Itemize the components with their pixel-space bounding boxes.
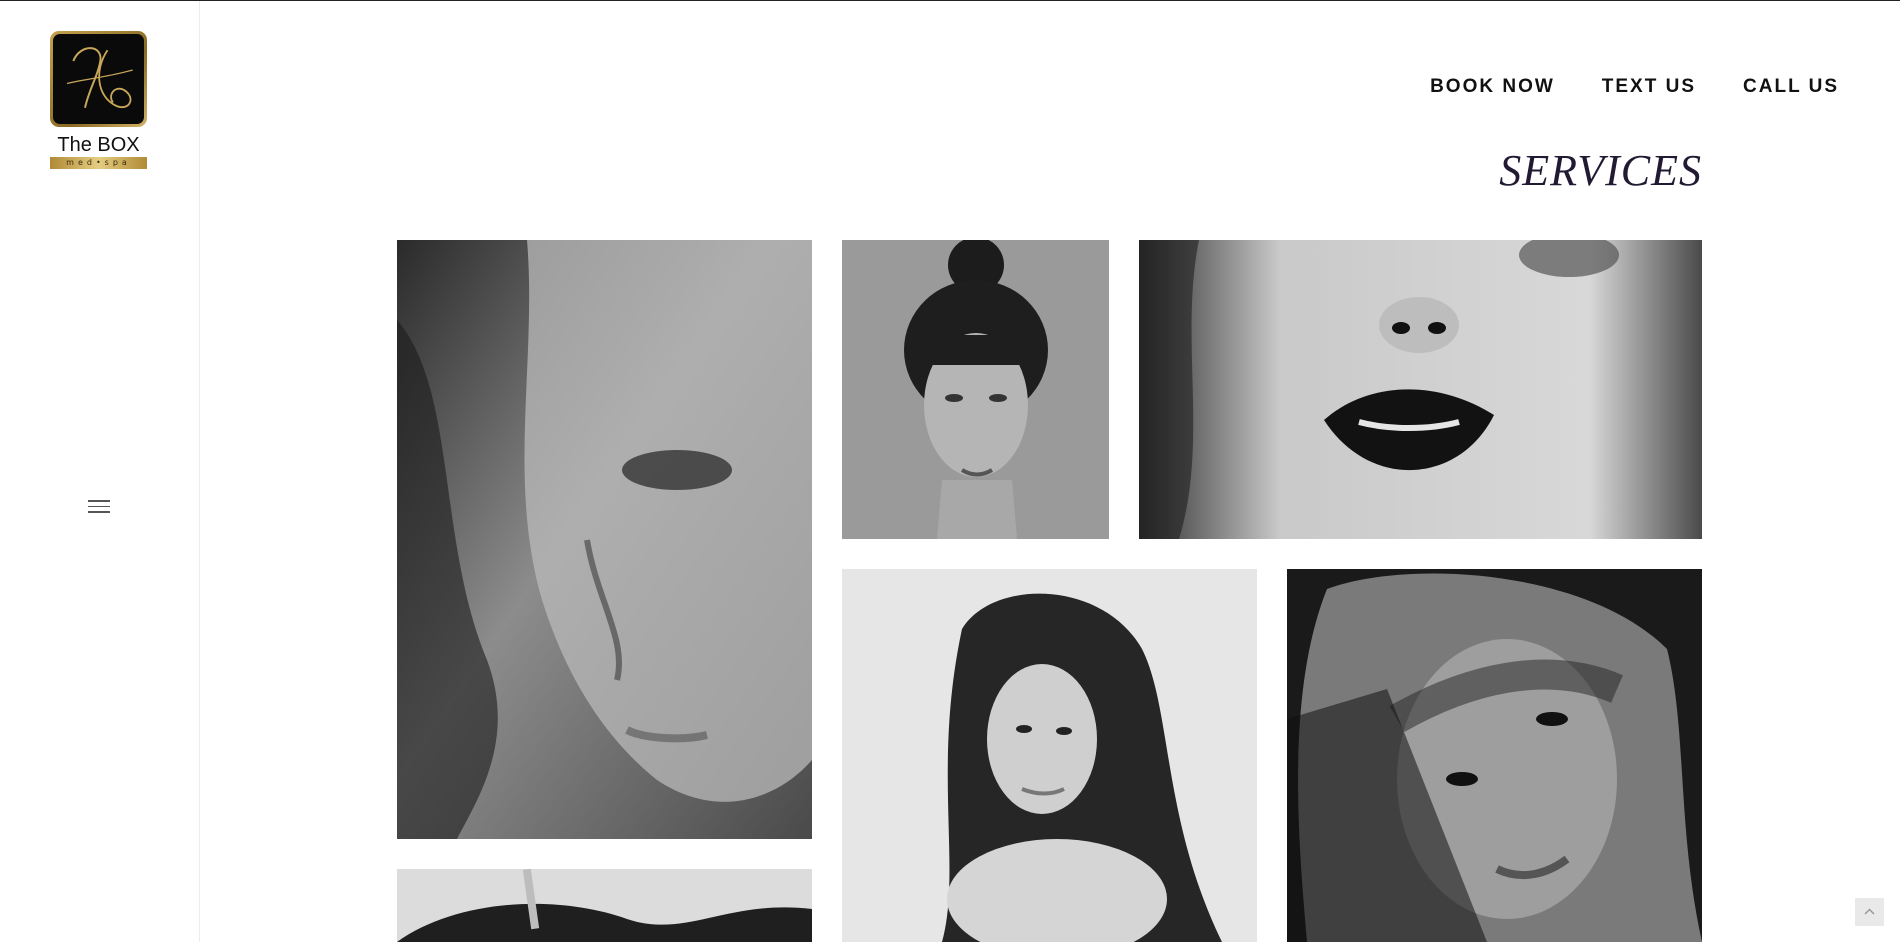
chevron-up-icon (1864, 908, 1875, 915)
brand-name: The BOX (57, 134, 140, 156)
portrait-photo-icon (1139, 240, 1702, 539)
gallery-tile-lips[interactable] (1139, 240, 1702, 539)
page-title: SERVICES (1499, 146, 1702, 195)
hamburger-icon[interactable] (88, 500, 110, 516)
brand-logo[interactable]: The BOX med•spa (50, 31, 147, 169)
call-us-link[interactable]: CALL US (1743, 76, 1839, 98)
top-border (0, 0, 1900, 1)
sidebar: The BOX med•spa (0, 1, 200, 942)
portrait-photo-icon (397, 240, 812, 839)
portrait-photo-icon (842, 569, 1257, 942)
gallery-tile-injection[interactable] (397, 869, 812, 942)
monogram-icon (66, 47, 133, 109)
gallery-tile-profile[interactable] (397, 240, 812, 839)
top-nav: BOOK NOW TEXT US CALL US (1430, 76, 1839, 98)
text-us-link[interactable]: TEXT US (1602, 76, 1696, 98)
gallery-tile-shoulder[interactable] (842, 569, 1257, 942)
logo-monogram (50, 31, 147, 127)
book-now-link[interactable]: BOOK NOW (1430, 76, 1555, 98)
gallery-tile-dramatic[interactable] (1287, 569, 1702, 942)
portrait-photo-icon (397, 869, 812, 942)
scroll-to-top-button[interactable] (1855, 898, 1884, 926)
gallery-tile-bun[interactable] (842, 240, 1109, 539)
portrait-photo-icon (842, 240, 1109, 539)
portrait-photo-icon (1287, 569, 1702, 942)
brand-tagline: med•spa (50, 157, 147, 169)
